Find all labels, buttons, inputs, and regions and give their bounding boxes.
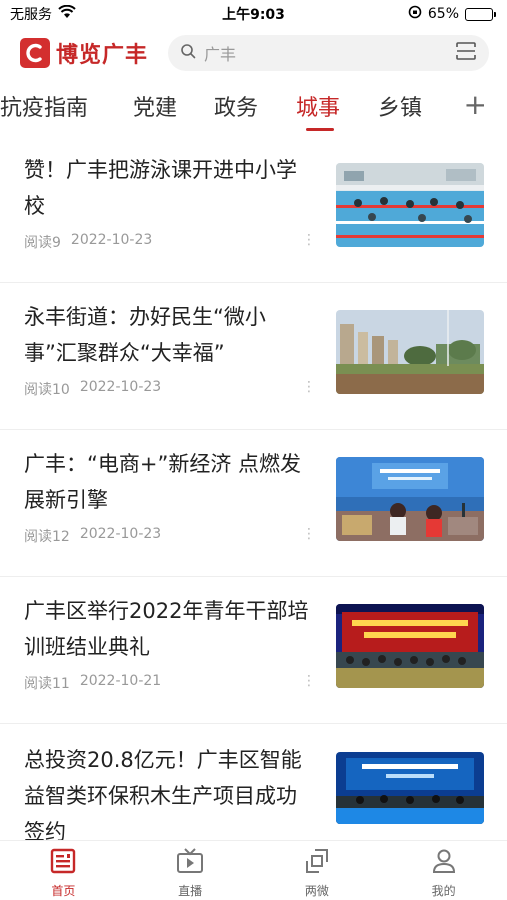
battery-icon [465, 7, 496, 21]
signing-ceremony-photo[interactable] [336, 752, 484, 824]
read-count: 阅读12 [24, 529, 70, 545]
news-title[interactable]: 广丰区举行2022年青年干部培训班结业典礼 [24, 593, 316, 665]
tab-party-building[interactable]: 党建 [133, 90, 177, 122]
news-meta: 阅读12 2022-10-23 [24, 526, 161, 546]
publish-date: 2022-10-23 [70, 232, 153, 248]
tab-epidemic-guide[interactable]: 抗疫指南 [0, 90, 88, 122]
news-meta: 阅读11 2022-10-21 [24, 673, 161, 693]
nav-profile-label: 我的 [431, 884, 456, 898]
more-options-icon[interactable]: ⋮ [302, 526, 316, 542]
nav-social[interactable]: 两微 [254, 841, 381, 900]
rotation-lock-icon [408, 5, 422, 23]
app-name: 博览广丰 [56, 43, 149, 68]
read-count: 阅读11 [24, 676, 70, 692]
tab-townships[interactable]: 乡镇 [378, 90, 422, 122]
nav-profile[interactable]: 我的 [380, 841, 507, 900]
read-count: 阅读9 [24, 235, 61, 251]
ceremony-stage-photo[interactable] [336, 604, 484, 688]
more-options-icon[interactable]: ⋮ [302, 673, 316, 689]
nav-home[interactable]: 首页 [0, 841, 127, 900]
user-icon [430, 847, 458, 879]
livestream-ecommerce-photo[interactable] [336, 457, 484, 541]
news-item[interactable]: 广丰：“电商+”新经济 点燃发展新引擎 阅读12 2022-10-23 ⋮ [0, 430, 507, 577]
search-input[interactable]: 广丰 [204, 41, 447, 65]
news-meta: 阅读10 2022-10-23 [24, 379, 161, 399]
active-tab-indicator [306, 128, 334, 131]
app-header: 博览广丰 广丰 [0, 30, 507, 76]
nav-social-label: 两微 [304, 884, 329, 898]
add-channel-button[interactable]: + [464, 88, 487, 121]
tab-city-affairs[interactable]: 城事 [296, 90, 340, 122]
news-item[interactable]: 赞！广丰把游泳课开进中小学校 阅读9 2022-10-23 ⋮ [0, 136, 507, 283]
home-news-icon [49, 847, 77, 879]
bottom-nav: 首页 直播 两微 我的 [0, 840, 507, 900]
search-icon [180, 43, 196, 63]
share-icon [303, 847, 331, 879]
news-title[interactable]: 永丰街道：办好民生“微小事”汇聚群众“大幸福” [24, 299, 316, 371]
publish-date: 2022-10-23 [79, 526, 162, 542]
publish-date: 2022-10-21 [79, 673, 162, 689]
news-item[interactable]: 广丰区举行2022年青年干部培训班结业典礼 阅读11 2022-10-21 ⋮ [0, 577, 507, 724]
news-title[interactable]: 广丰：“电商+”新经济 点燃发展新引擎 [24, 446, 316, 518]
nav-home-label: 首页 [51, 884, 76, 898]
search-bar[interactable]: 广丰 [168, 35, 489, 71]
channel-tabs: 抗疫指南 党建 政务 城事 乡镇 + [0, 84, 507, 132]
news-item[interactable]: 永丰街道：办好民生“微小事”汇聚群众“大幸福” 阅读10 2022-10-23 … [0, 283, 507, 430]
status-bar: 无服务 上午9:03 65% [0, 0, 507, 28]
swimming-pool-photo[interactable] [336, 163, 484, 247]
more-options-icon[interactable]: ⋮ [302, 379, 316, 395]
wifi-icon [58, 4, 76, 23]
news-meta: 阅读9 2022-10-23 [24, 232, 152, 252]
battery-percent: 65% [427, 6, 459, 22]
nav-live[interactable]: 直播 [127, 841, 254, 900]
scan-icon[interactable] [455, 41, 477, 65]
news-list: 赞！广丰把游泳课开进中小学校 阅读9 2022-10-23 ⋮ 永丰街道：办好民… [0, 136, 507, 871]
sports-field-photo[interactable] [336, 310, 484, 394]
tv-live-icon [175, 847, 205, 879]
news-title[interactable]: 赞！广丰把游泳课开进中小学校 [24, 152, 316, 224]
read-count: 阅读10 [24, 382, 70, 398]
publish-date: 2022-10-23 [79, 379, 162, 395]
status-left: 无服务 [10, 4, 76, 24]
app-logo[interactable]: 博览广丰 [20, 37, 148, 69]
tab-government[interactable]: 政务 [214, 90, 258, 122]
carrier-label: 无服务 [10, 7, 52, 23]
logo-c-icon [20, 38, 50, 68]
more-options-icon[interactable]: ⋮ [302, 232, 316, 248]
news-title[interactable]: 总投资20.8亿元！广丰区智能益智类环保积木生产项目成功签约 [24, 742, 316, 850]
nav-live-label: 直播 [178, 884, 203, 898]
status-right: 65% [408, 5, 496, 23]
